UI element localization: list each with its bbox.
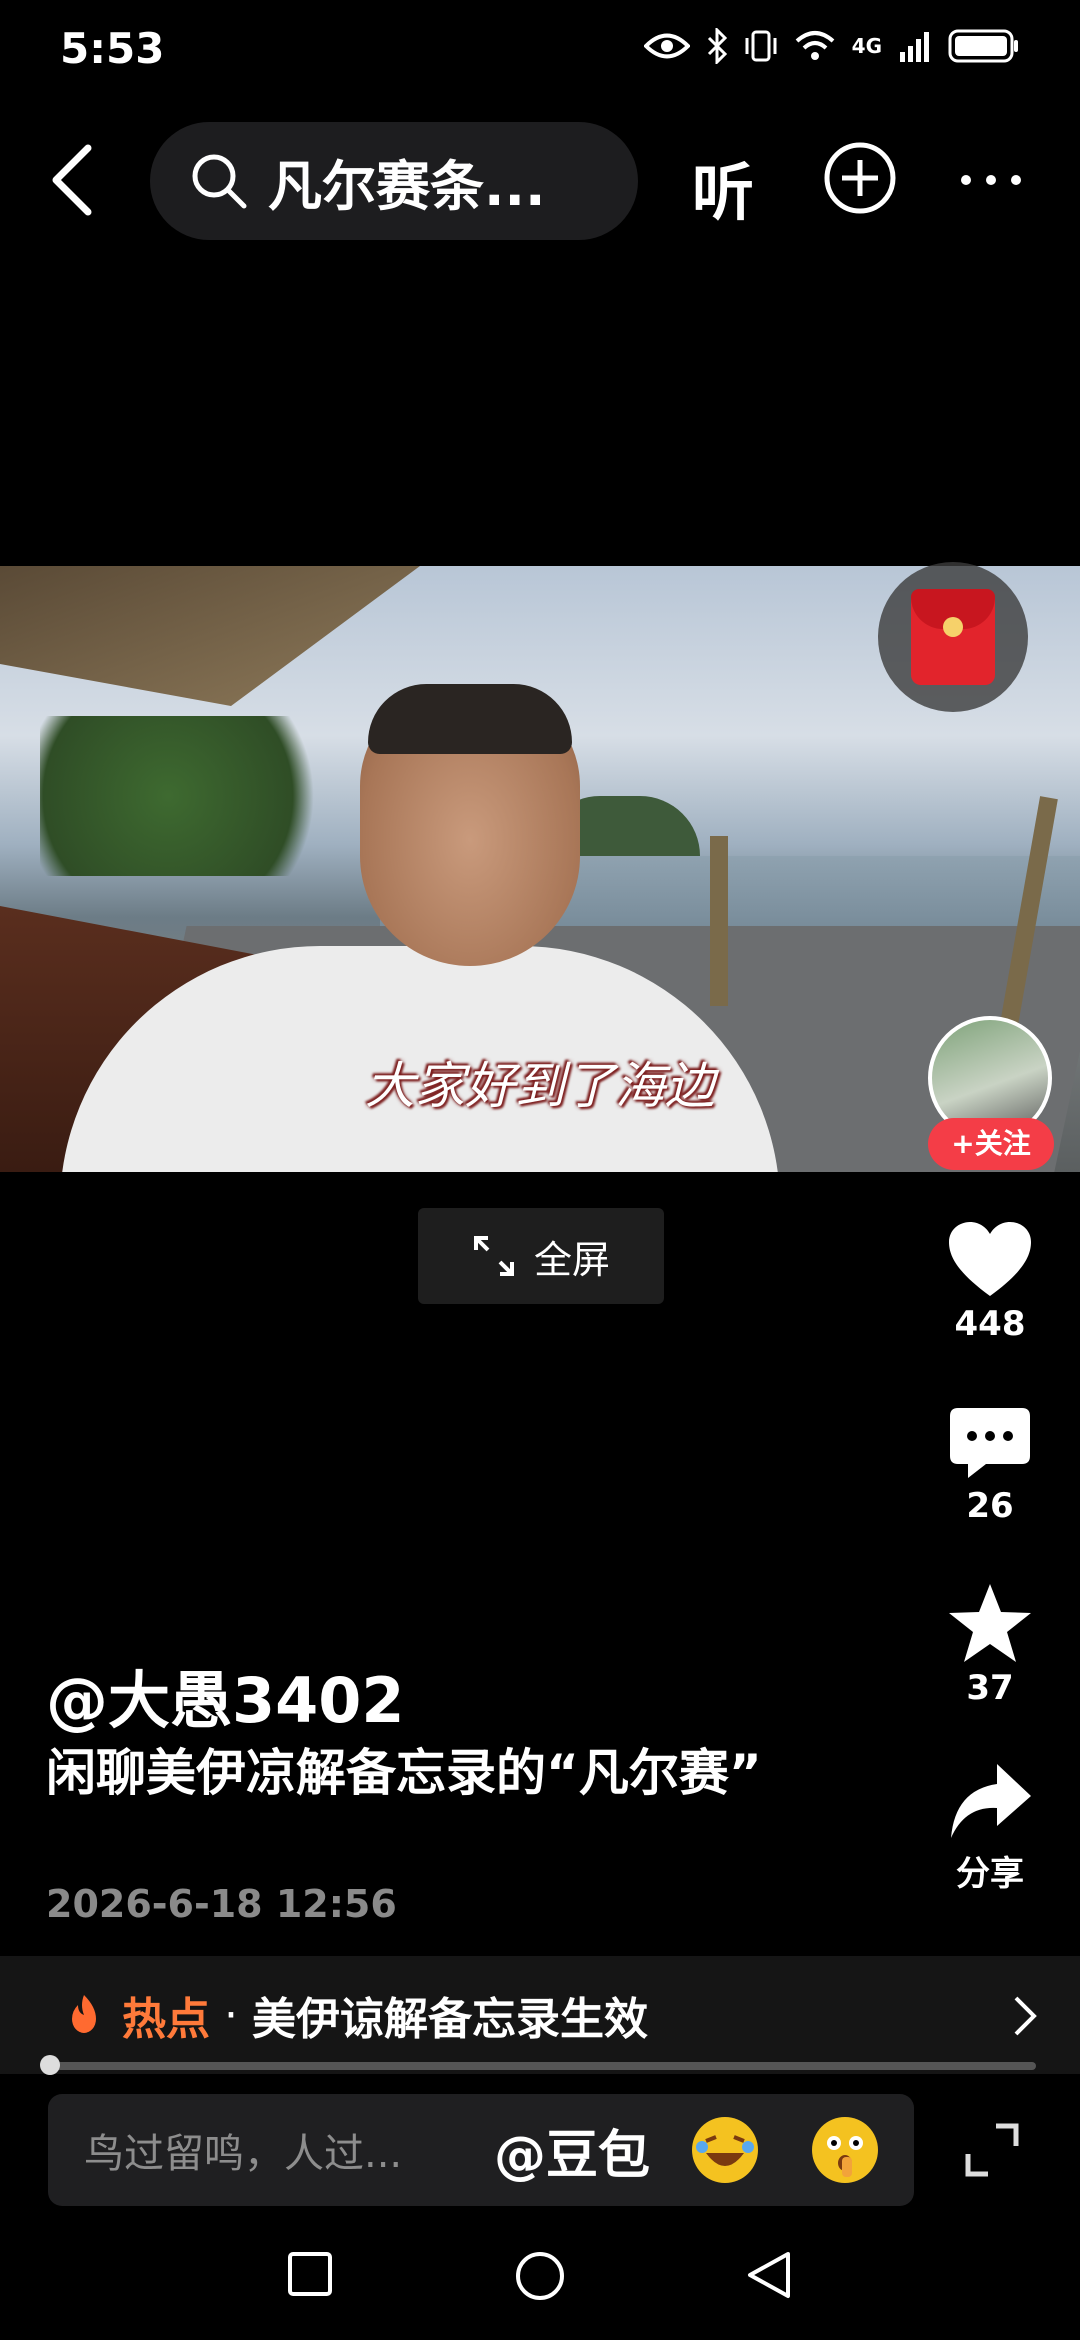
red-packet-icon xyxy=(911,589,995,685)
plus-circle-icon[interactable] xyxy=(822,140,898,216)
more-icon[interactable] xyxy=(956,150,1026,210)
back-nav-icon[interactable] xyxy=(744,2250,794,2300)
hot-text: 美伊谅解备忘录生效 xyxy=(252,1994,648,2045)
comment-count: 26 xyxy=(966,1486,1014,1526)
comment-icon xyxy=(950,1408,1030,1478)
video-person-hair xyxy=(368,684,572,754)
fullscreen-button[interactable]: 全屏 xyxy=(418,1208,664,1304)
expand-icon xyxy=(473,1236,514,1276)
favorite-count: 37 xyxy=(966,1668,1014,1708)
expand-icon[interactable] xyxy=(964,2122,1020,2178)
comment-placeholder: 鸟过留鸣，人过... xyxy=(84,2131,403,2177)
star-icon xyxy=(949,1584,1031,1662)
search-icon xyxy=(192,154,247,209)
status-time: 5:53 xyxy=(60,24,165,73)
vibrate-icon xyxy=(745,30,777,62)
top-nav: 凡尔赛条... 听 xyxy=(0,120,1080,242)
status-icons: 4G xyxy=(643,28,1020,64)
red-packet-button[interactable] xyxy=(878,562,1028,712)
comment-action[interactable]: 26 xyxy=(930,1406,1050,1526)
listen-button[interactable]: 听 xyxy=(692,142,754,232)
fire-icon xyxy=(72,1995,96,2033)
chevron-right-icon xyxy=(1014,1996,1037,2036)
post-author[interactable]: @大愚3402 xyxy=(46,1650,405,1740)
video-roof xyxy=(0,566,420,706)
shush-emoji-icon[interactable] xyxy=(812,2117,878,2183)
home-icon[interactable] xyxy=(514,2250,566,2302)
battery-icon xyxy=(948,29,1018,63)
back-icon[interactable] xyxy=(44,140,104,220)
status-bar: 5:53 4G xyxy=(0,0,1080,100)
share-icon xyxy=(951,1764,1031,1838)
bluetooth-icon xyxy=(707,28,727,64)
comment-input[interactable]: 鸟过留鸣，人过... @豆包 xyxy=(48,2094,914,2206)
post-title: 闲聊美伊凉解备忘录的“凡尔赛” xyxy=(46,1744,762,1802)
eye-icon xyxy=(643,33,690,59)
search-bar[interactable]: 凡尔赛条... xyxy=(150,122,638,240)
mention-bot-button[interactable]: @豆包 xyxy=(494,2113,650,2188)
like-count: 448 xyxy=(954,1304,1026,1344)
video-progress-bar[interactable] xyxy=(40,2055,1036,2075)
post-date: 2026-6-18 12:56 xyxy=(46,1882,397,1926)
wifi-icon xyxy=(795,31,834,60)
like-action[interactable]: 448 xyxy=(930,1220,1050,1344)
recent-apps-icon[interactable] xyxy=(286,2250,334,2298)
fullscreen-label: 全屏 xyxy=(533,1237,610,1282)
share-label: 分享 xyxy=(956,1854,1024,1894)
signal-icon xyxy=(900,32,929,62)
video-subtitle: 大家好到了海边 xyxy=(365,1057,715,1115)
search-text: 凡尔赛条... xyxy=(268,154,546,218)
follow-button[interactable]: +关注 xyxy=(928,1118,1054,1170)
hot-topic-bar[interactable]: 热点 · 美伊谅解备忘录生效 xyxy=(0,1956,1080,2074)
hot-label: 热点 xyxy=(122,1994,210,2045)
heart-icon xyxy=(949,1222,1031,1296)
laugh-emoji-icon[interactable] xyxy=(692,2117,758,2183)
hot-separator: · xyxy=(224,1989,238,2041)
favorite-action[interactable]: 37 xyxy=(930,1582,1050,1708)
video-trees xyxy=(40,716,360,876)
progress-knob[interactable] xyxy=(40,2055,60,2075)
network-label: 4G xyxy=(851,34,882,58)
share-action[interactable]: 分享 xyxy=(930,1762,1050,1895)
video-palm xyxy=(710,836,728,1006)
system-nav-bar xyxy=(0,2234,1080,2340)
